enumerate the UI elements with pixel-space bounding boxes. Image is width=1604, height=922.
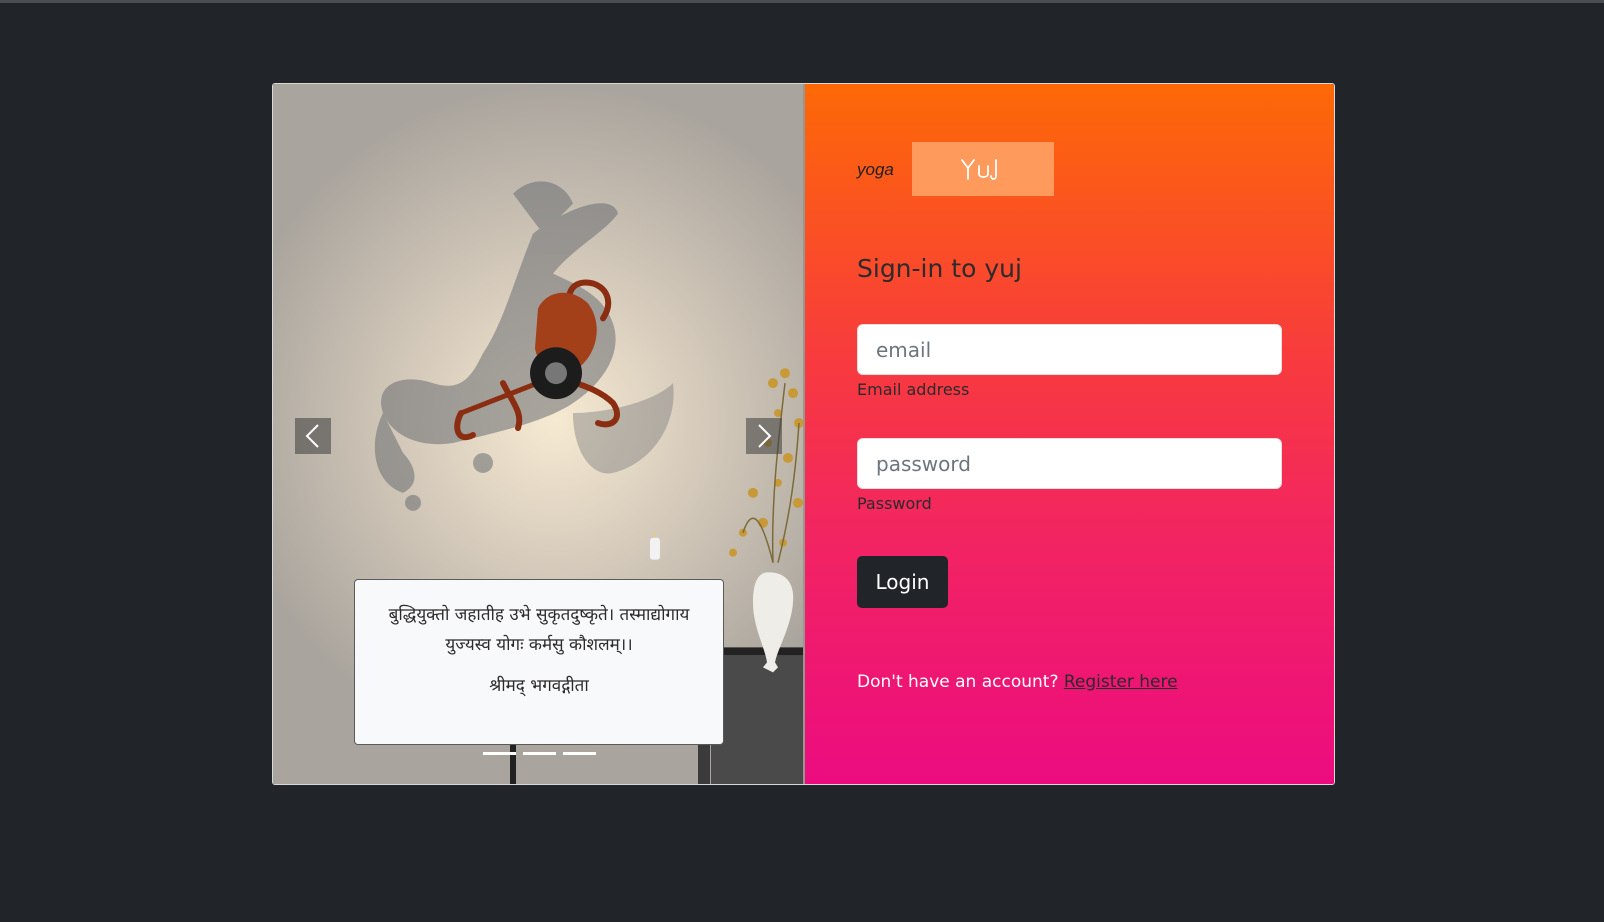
carousel-indicators xyxy=(483,752,596,755)
login-card: बुद्धियुक्तो जहातीह उभे सुकृतदुष्कृते। त… xyxy=(272,83,1335,785)
carousel-indicator-3[interactable] xyxy=(563,752,596,755)
register-row: Don't have an account? Register here xyxy=(857,672,1178,692)
caption-verse: बुद्धियुक्तो जहातीह उभे सुकृतदुष्कृते। त… xyxy=(388,605,690,655)
brand-text: yoga xyxy=(857,160,894,179)
register-link[interactable]: Register here xyxy=(1064,672,1178,692)
chevron-right-icon xyxy=(758,424,772,448)
login-button[interactable]: Login xyxy=(857,556,948,608)
carousel-next-button[interactable] xyxy=(746,418,782,454)
email-field-label: Email address xyxy=(857,380,970,399)
password-field-label: Password xyxy=(857,494,932,513)
email-input[interactable] xyxy=(857,324,1282,375)
browser-top-border xyxy=(0,0,1604,3)
carousel-indicator-1[interactable] xyxy=(483,752,516,755)
yuj-logo-mark xyxy=(961,159,997,180)
chevron-left-icon xyxy=(305,424,319,448)
register-prompt: Don't have an account? xyxy=(857,672,1059,692)
carousel-caption: बुद्धियुक्तो जहातीह उभे सुकृतदुष्कृते। त… xyxy=(354,579,724,745)
carousel-prev-button[interactable] xyxy=(295,418,331,454)
hero-carousel: बुद्धियुक्तो जहातीह उभे सुकृतदुष्कृते। त… xyxy=(273,84,805,784)
caption-source: श्रीमद् भगवद्गीता xyxy=(489,676,589,696)
signin-heading: Sign-in to yuj xyxy=(857,254,1022,283)
signin-panel: yoga Sign-in to yuj Email address Passwo… xyxy=(805,84,1334,784)
carousel-indicator-2[interactable] xyxy=(523,752,556,755)
yuj-logo xyxy=(912,142,1054,196)
password-input[interactable] xyxy=(857,438,1282,489)
